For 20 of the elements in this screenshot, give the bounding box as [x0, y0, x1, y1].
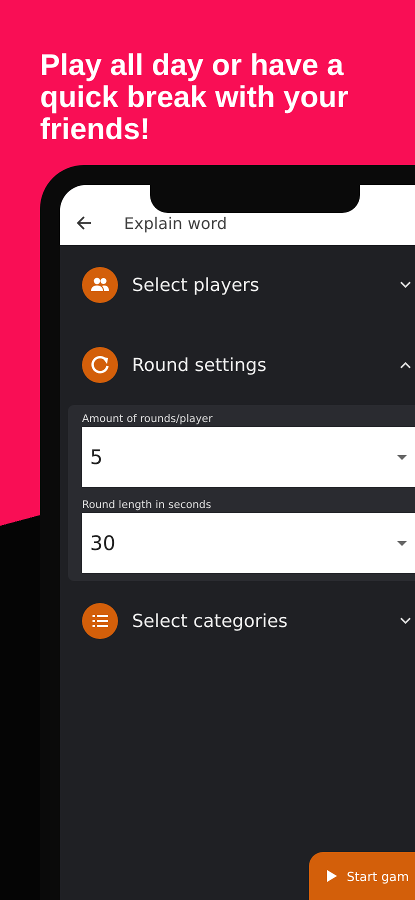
list-icon [82, 603, 118, 639]
dropdown-field[interactable]: 5 [82, 427, 415, 487]
screen-title: Explain word [124, 214, 227, 232]
refresh-icon [82, 347, 118, 383]
field-label: Amount of rounds/player [82, 413, 214, 425]
back-icon[interactable] [76, 215, 92, 231]
section-header[interactable]: Select players [60, 245, 415, 325]
section-header[interactable]: Select categories [60, 581, 415, 661]
section-title: Select players [132, 274, 260, 296]
section-title: Round settings [132, 354, 268, 376]
headline: Play all day or have a quick break with your friends! [39, 48, 350, 148]
caret-icon [397, 540, 407, 546]
section-title: Select categories [132, 610, 289, 632]
dropdown-field[interactable]: 30 [82, 513, 415, 573]
caret-icon [397, 454, 407, 460]
section-header[interactable]: Round settings [60, 325, 415, 405]
players-icon [82, 267, 118, 303]
field-label: Round length in seconds [82, 499, 212, 511]
start-game-button[interactable]: Start gam [308, 852, 415, 900]
play-icon [326, 870, 337, 882]
